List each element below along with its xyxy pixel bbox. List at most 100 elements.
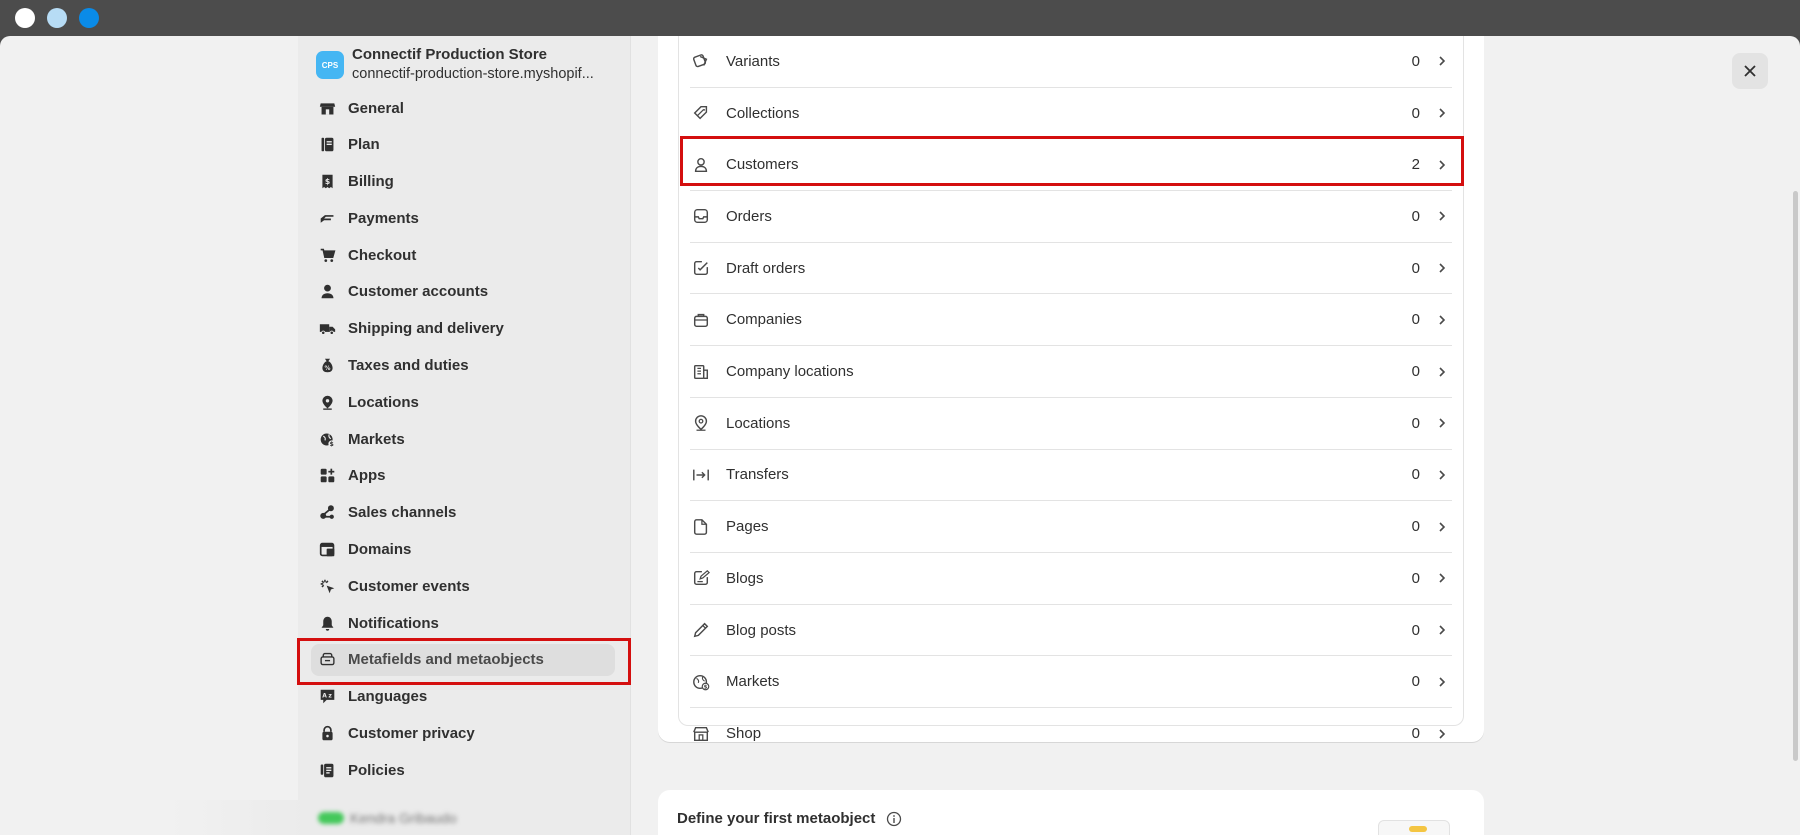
blog-icon bbox=[690, 567, 712, 589]
sidebar-item-label: Customer events bbox=[348, 577, 470, 595]
list-item-collections[interactable]: Collections 0 bbox=[690, 88, 1452, 140]
sidebar-item-customer-events[interactable]: Customer events bbox=[311, 570, 615, 602]
list-item-draft-orders[interactable]: Draft orders 0 bbox=[690, 243, 1452, 295]
window-close-dot[interactable] bbox=[15, 8, 35, 28]
sidebar-item-label: Shipping and delivery bbox=[348, 320, 504, 338]
avatar bbox=[318, 812, 344, 824]
metaobject-card-title: Define your first metaobject bbox=[677, 810, 876, 827]
sidebar-item-languages[interactable]: Az Languages bbox=[311, 681, 615, 713]
row-label: Transfers bbox=[726, 466, 789, 484]
list-item-markets[interactable]: $ Markets 0 bbox=[690, 656, 1452, 709]
sidebar-item-policies[interactable]: Policies bbox=[311, 754, 615, 786]
list-item-locations[interactable]: Locations 0 bbox=[690, 398, 1452, 450]
store-domain: connectif-production-store.myshopif... bbox=[352, 66, 594, 82]
user-menu[interactable]: Kendra Gribaudo bbox=[168, 800, 628, 835]
cart-icon bbox=[317, 245, 337, 265]
svg-text:$: $ bbox=[329, 441, 333, 448]
svg-text:z: z bbox=[328, 693, 332, 700]
row-label: Blogs bbox=[726, 569, 764, 587]
sidebar-item-checkout[interactable]: Checkout bbox=[311, 239, 615, 271]
list-item-blog-posts[interactable]: Blog posts 0 bbox=[690, 605, 1452, 657]
close-button[interactable] bbox=[1732, 53, 1768, 89]
row-label: Orders bbox=[726, 207, 772, 225]
row-count: 0 bbox=[1411, 466, 1420, 484]
info-icon[interactable] bbox=[886, 811, 902, 827]
row-count: 0 bbox=[1411, 259, 1420, 277]
chevron-right-icon bbox=[1436, 415, 1452, 431]
sidebar-item-label: Locations bbox=[348, 393, 419, 411]
chevron-right-icon bbox=[1436, 519, 1452, 535]
svg-text:A: A bbox=[322, 693, 327, 700]
list-item-blogs[interactable]: Blogs 0 bbox=[690, 553, 1452, 605]
metafields-icon bbox=[317, 650, 337, 670]
sidebar-item-label: Billing bbox=[348, 173, 394, 191]
sidebar-item-customer-accounts[interactable]: Customer accounts bbox=[311, 276, 615, 308]
sidebar-item-shipping[interactable]: Shipping and delivery bbox=[311, 313, 615, 345]
metaobject-card: Define your first metaobject bbox=[658, 790, 1484, 835]
plan-icon bbox=[317, 135, 337, 155]
row-count: 0 bbox=[1411, 363, 1420, 381]
window-minimize-dot[interactable] bbox=[47, 8, 67, 28]
list-item-transfers[interactable]: Transfers 0 bbox=[690, 450, 1452, 502]
store-name: Connectif Production Store bbox=[352, 46, 547, 63]
sidebar-item-payments[interactable]: Payments bbox=[311, 202, 615, 234]
scrollbar[interactable] bbox=[1793, 191, 1798, 761]
metafield-definitions-card: Variants 0 Collections 0 Customers 2 Ord… bbox=[658, 36, 1484, 742]
sidebar-item-metafields[interactable]: Metafields and metaobjects bbox=[311, 643, 615, 676]
location-outline-icon bbox=[690, 412, 712, 434]
chevron-right-icon bbox=[1436, 208, 1452, 224]
sidebar-item-markets[interactable]: $ Markets bbox=[311, 423, 615, 455]
store-switcher[interactable]: CPS Connectif Production Store connectif… bbox=[316, 42, 626, 82]
row-label: Blog posts bbox=[726, 621, 797, 639]
sidebar-item-plan[interactable]: Plan bbox=[311, 129, 615, 161]
lock-icon bbox=[317, 724, 337, 744]
billing-icon: $ bbox=[317, 172, 337, 192]
row-count: 0 bbox=[1411, 673, 1420, 691]
tax-icon: % bbox=[317, 356, 337, 376]
chevron-right-icon bbox=[1436, 312, 1452, 328]
sidebar-item-apps[interactable]: Apps bbox=[311, 460, 615, 492]
row-label: Pages bbox=[726, 518, 769, 536]
chevron-right-icon bbox=[1436, 674, 1452, 690]
row-count: 2 bbox=[1411, 156, 1420, 174]
row-label: Companies bbox=[726, 311, 802, 329]
list-item-shop[interactable]: Shop 0 bbox=[690, 708, 1452, 760]
cursor-click-icon bbox=[317, 576, 337, 596]
sidebar-item-label: Markets bbox=[348, 430, 405, 448]
svg-text:%: % bbox=[324, 365, 330, 372]
sidebar-item-sales-channels[interactable]: Sales channels bbox=[311, 497, 615, 529]
list-item-pages[interactable]: Pages 0 bbox=[690, 501, 1452, 553]
list-item-variants[interactable]: Variants 0 bbox=[690, 36, 1452, 88]
sidebar-item-label: Domains bbox=[348, 541, 412, 559]
sidebar-item-taxes[interactable]: % Taxes and duties bbox=[311, 350, 615, 382]
list-item-customers[interactable]: Customers 2 bbox=[690, 139, 1452, 192]
settings-sidebar: CPS Connectif Production Store connectif… bbox=[168, 36, 631, 835]
sidebar-item-domains[interactable]: Domains bbox=[311, 534, 615, 566]
row-count: 0 bbox=[1411, 207, 1420, 225]
window-maximize-dot[interactable] bbox=[79, 8, 99, 28]
collections-icon bbox=[690, 102, 712, 124]
chevron-right-icon bbox=[1436, 570, 1452, 586]
row-count: 0 bbox=[1411, 414, 1420, 432]
row-count: 0 bbox=[1411, 52, 1420, 70]
sidebar-item-label: Payments bbox=[348, 209, 419, 227]
sidebar-item-general[interactable]: General bbox=[311, 92, 615, 124]
apps-icon bbox=[317, 466, 337, 486]
sidebar-item-label: Notifications bbox=[348, 614, 439, 632]
list-item-companies[interactable]: Companies 0 bbox=[690, 295, 1452, 347]
sidebar-item-notifications[interactable]: Notifications bbox=[311, 607, 615, 639]
window-titlebar bbox=[0, 0, 1800, 36]
list-item-company-locations[interactable]: Company locations 0 bbox=[690, 346, 1452, 398]
row-label: Company locations bbox=[726, 363, 854, 381]
sidebar-item-locations[interactable]: Locations bbox=[311, 386, 615, 418]
sidebar-item-billing[interactable]: $ Billing bbox=[311, 166, 615, 198]
row-label: Shop bbox=[726, 725, 762, 743]
chevron-right-icon bbox=[1436, 157, 1452, 173]
list-item-orders[interactable]: Orders 0 bbox=[690, 191, 1452, 243]
sidebar-item-customer-privacy[interactable]: Customer privacy bbox=[311, 718, 615, 750]
sidebar-item-label: Languages bbox=[348, 688, 428, 706]
truck-icon bbox=[317, 319, 337, 339]
row-count: 0 bbox=[1411, 621, 1420, 639]
globe-icon: $ bbox=[317, 429, 337, 449]
settings-nav: General Plan $ Billing Payments Checkout… bbox=[311, 92, 615, 791]
